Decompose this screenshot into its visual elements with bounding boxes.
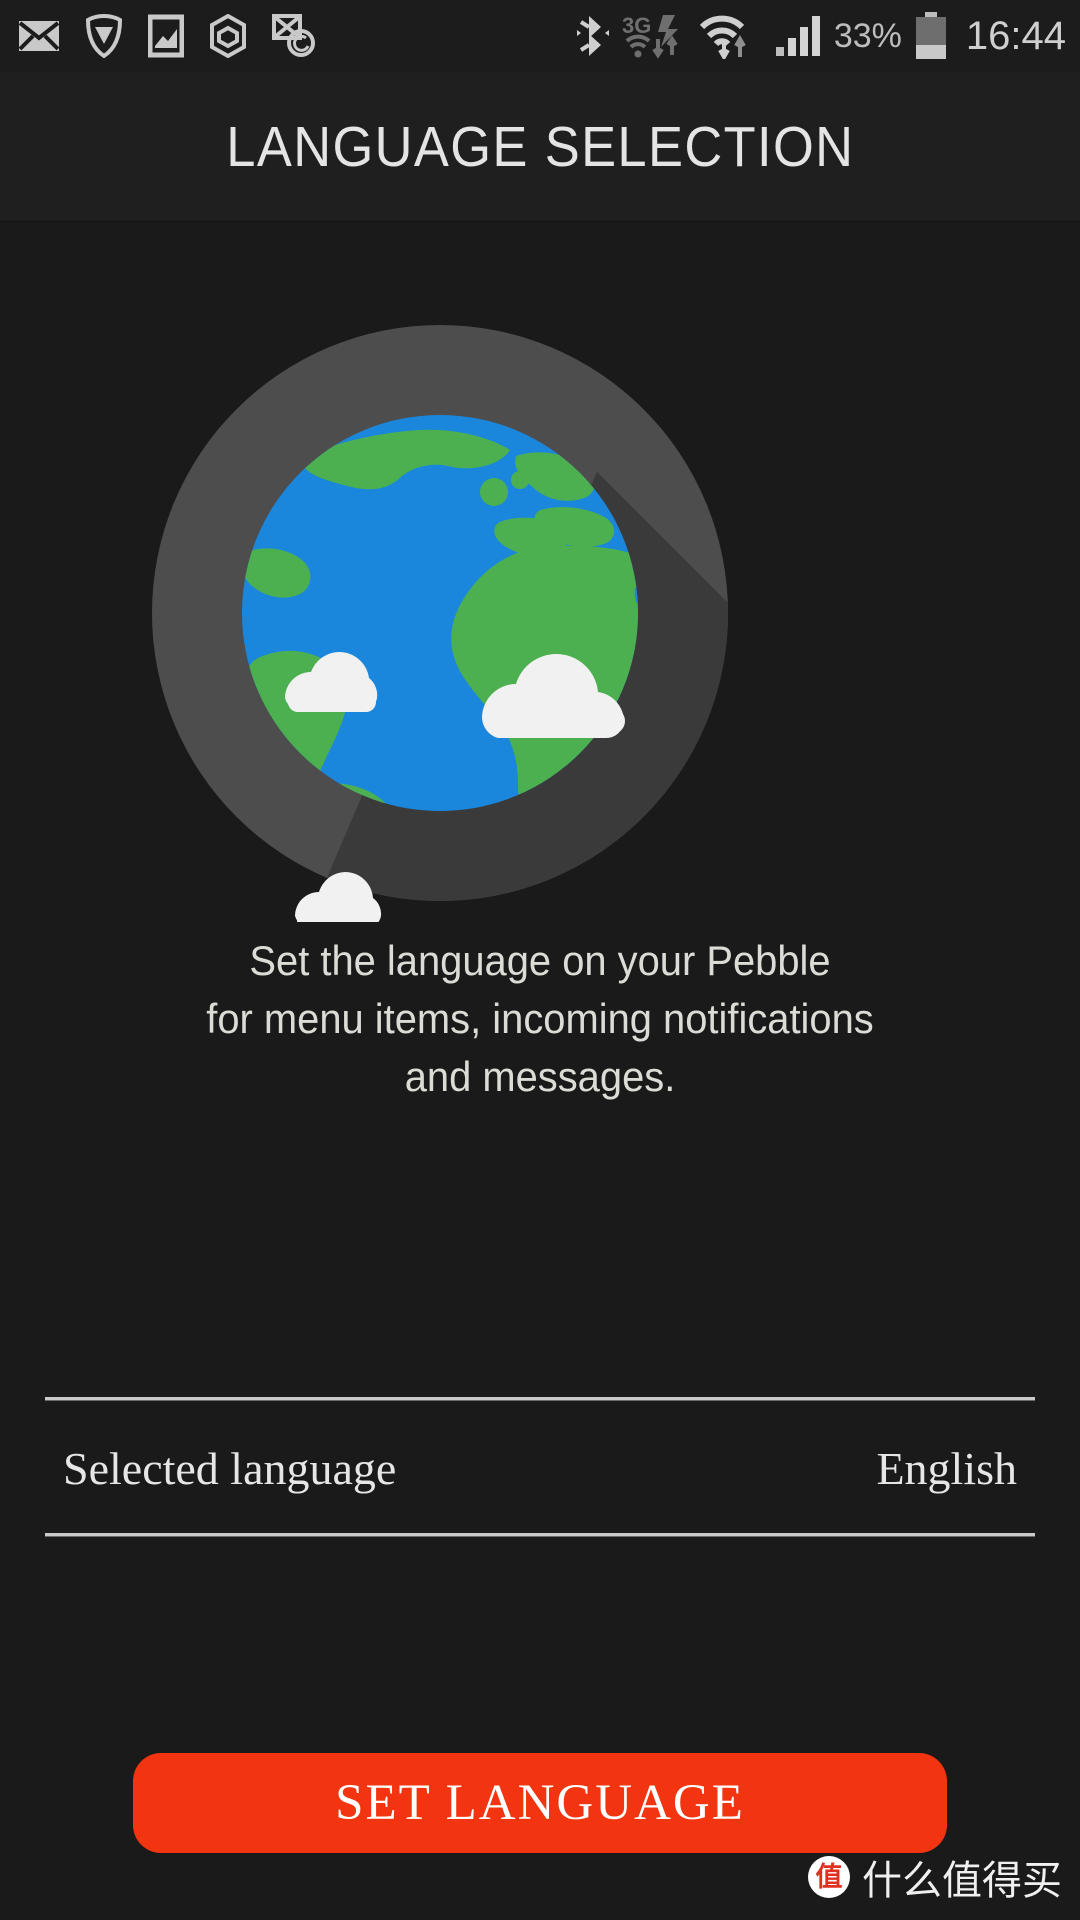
svg-text:3G: 3G [622, 13, 651, 38]
status-bar: 3G 33% 16:44 [0, 0, 1080, 72]
battery-percent-label: 33% [833, 16, 902, 55]
selected-language-value: English [876, 1442, 1017, 1494]
globe-earth-illustration [0, 222, 1080, 922]
watermark-text: 什么值得买 [862, 1858, 1062, 1904]
description-line-2: for menu items, incoming notifications [206, 995, 874, 1042]
watermark: 值 什么值得买 [808, 1848, 1062, 1906]
mobile-data-3g-icon: 3G [622, 13, 688, 59]
phone-screen: 3G 33% 16:44 LANGUAGE SELECTION Set the … [0, 0, 1080, 1920]
bluetooth-icon [576, 14, 610, 58]
main-content: Set the language on your Pebble for menu… [0, 222, 1080, 1920]
shield-icon [84, 13, 124, 59]
divider-bottom [45, 1533, 1035, 1536]
description-line-1: Set the language on your Pebble [249, 937, 831, 984]
hexagon-icon [208, 13, 248, 59]
email-sync-icon [272, 14, 316, 58]
status-bar-clock: 16:44 [965, 13, 1066, 58]
status-bar-notification-icons [18, 0, 316, 72]
watermark-logo-icon: 值 [808, 1856, 850, 1898]
cellular-signal-icon [774, 14, 822, 58]
app-header: LANGUAGE SELECTION [0, 72, 1080, 222]
description-line-3: and messages. [404, 1053, 676, 1100]
description-text: Set the language on your Pebble for menu… [27, 932, 1053, 1106]
wifi-icon [699, 13, 762, 62]
selected-language-row[interactable]: Selected language English [45, 1404, 1035, 1532]
envelope-icon [18, 20, 60, 52]
status-bar-system-icons: 3G 33% 16:44 [576, 0, 1066, 72]
battery-icon [914, 12, 948, 60]
divider-top [45, 1397, 1035, 1400]
selected-language-label: Selected language [63, 1442, 397, 1494]
set-language-button-label: SET LANGUAGE [335, 1775, 745, 1831]
set-language-button[interactable]: SET LANGUAGE [133, 1753, 947, 1853]
gallery-icon [147, 14, 185, 58]
page-title: LANGUAGE SELECTION [225, 114, 855, 179]
